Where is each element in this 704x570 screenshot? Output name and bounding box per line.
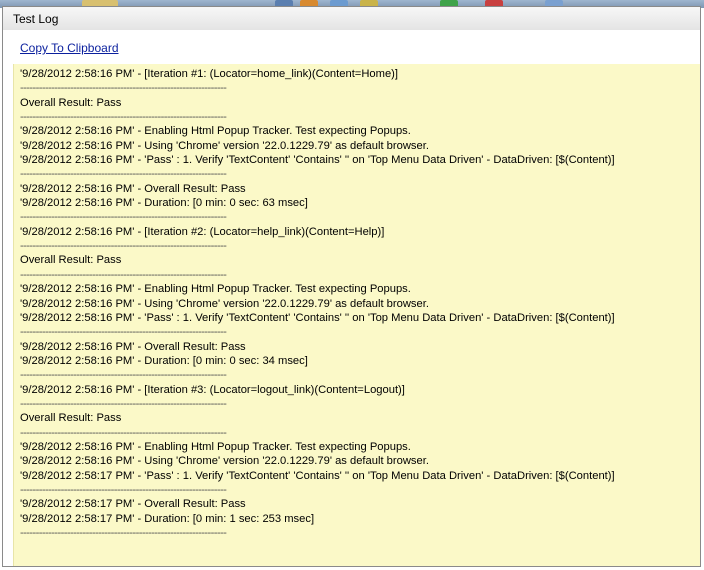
log-line: '9/28/2012 2:58:16 PM' - [Iteration #1: … <box>20 68 399 80</box>
log-separator: ----------------------------------------… <box>20 111 227 124</box>
log-line: '9/28/2012 2:58:16 PM' - Duration: [0 mi… <box>20 197 308 210</box>
log-line: '9/28/2012 2:58:16 PM' - Overall Result:… <box>20 182 246 195</box>
log-lines: '9/28/2012 2:58:16 PM' - [Iteration #1: … <box>20 67 696 540</box>
log-separator: ----------------------------------------… <box>20 211 227 224</box>
log-line: '9/28/2012 2:58:17 PM' - Duration: [0 mi… <box>20 512 315 525</box>
log-output-area[interactable]: '9/28/2012 2:58:16 PM' - [Iteration #1: … <box>13 64 700 566</box>
log-line: Overall Result: Pass <box>20 254 122 267</box>
log-separator: ----------------------------------------… <box>20 326 227 339</box>
log-line: Overall Result: Pass <box>20 96 122 109</box>
log-line: '9/28/2012 2:58:16 PM' - Enabling Html P… <box>20 440 411 453</box>
log-separator: ----------------------------------------… <box>20 369 227 382</box>
log-line: '9/28/2012 2:58:16 PM' - [Iteration #3: … <box>20 383 405 396</box>
toolbar: Copy To Clipboard <box>3 30 700 64</box>
log-separator: ----------------------------------------… <box>20 527 227 539</box>
log-line: '9/28/2012 2:58:16 PM' - Using 'Chrome' … <box>20 139 429 152</box>
log-separator: ----------------------------------------… <box>20 268 227 281</box>
log-separator: ----------------------------------------… <box>20 426 227 439</box>
log-line: '9/28/2012 2:58:16 PM' - Overall Result:… <box>20 340 246 353</box>
log-line: '9/28/2012 2:58:16 PM' - 'Pass' : 1. Ver… <box>20 311 615 324</box>
log-line: Overall Result: Pass <box>20 412 122 425</box>
window-title: Test Log <box>13 12 59 26</box>
log-line: '9/28/2012 2:58:16 PM' - [Iteration #2: … <box>20 225 385 238</box>
log-line: '9/28/2012 2:58:16 PM' - Using 'Chrome' … <box>20 297 429 310</box>
copy-to-clipboard-link[interactable]: Copy To Clipboard <box>20 41 119 55</box>
log-line: '9/28/2012 2:58:16 PM' - Enabling Html P… <box>20 283 411 296</box>
log-line: '9/28/2012 2:58:16 PM' - Enabling Html P… <box>20 125 411 138</box>
log-line: '9/28/2012 2:58:17 PM' - 'Pass' : 1. Ver… <box>20 469 615 482</box>
log-separator: ----------------------------------------… <box>20 168 227 181</box>
log-separator: ----------------------------------------… <box>20 82 227 95</box>
window-titlebar[interactable]: Test Log <box>3 7 700 31</box>
log-line: '9/28/2012 2:58:17 PM' - Overall Result:… <box>20 498 246 511</box>
log-line: '9/28/2012 2:58:16 PM' - Duration: [0 mi… <box>20 354 308 367</box>
log-line: '9/28/2012 2:58:16 PM' - 'Pass' : 1. Ver… <box>20 154 615 167</box>
log-separator: ----------------------------------------… <box>20 483 227 496</box>
log-separator: ----------------------------------------… <box>20 397 227 410</box>
log-separator: ----------------------------------------… <box>20 240 227 253</box>
test-log-window: Test Log Copy To Clipboard '9/28/2012 2:… <box>2 6 701 567</box>
log-line: '9/28/2012 2:58:16 PM' - Using 'Chrome' … <box>20 455 429 468</box>
